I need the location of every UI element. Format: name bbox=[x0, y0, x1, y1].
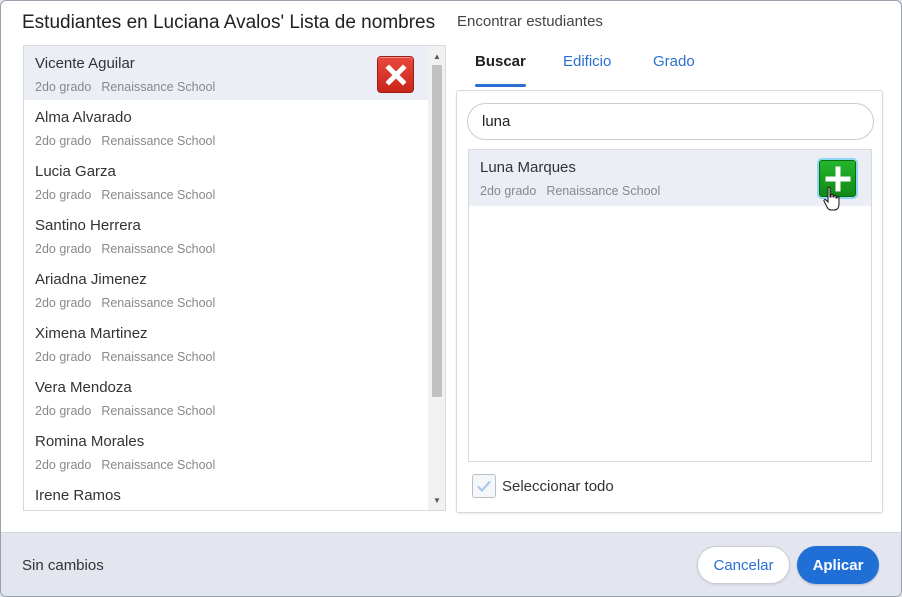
select-all-label: Seleccionar todo bbox=[502, 477, 614, 495]
student-meta: 2do grado Renaissance School bbox=[35, 134, 215, 148]
student-meta: 2do grado Renaissance School bbox=[35, 404, 215, 418]
roster-item[interactable]: Romina Morales 2do grado Renaissance Scho… bbox=[24, 424, 428, 478]
student-name: Ariadna Jimenez bbox=[35, 271, 147, 288]
check-icon bbox=[477, 480, 491, 493]
roster-item[interactable]: Irene Ramos bbox=[24, 478, 428, 510]
student-meta: 2do grado Renaissance School bbox=[35, 350, 215, 364]
roster-item[interactable]: Alma Alvarado 2do grado Renaissance Schoo… bbox=[24, 100, 428, 154]
student-name: Vicente Aguilar bbox=[35, 55, 135, 72]
student-name: Lucia Garza bbox=[35, 163, 116, 180]
student-grade: 2do grado bbox=[35, 458, 92, 472]
find-students-title: Encontrar estudiantes bbox=[457, 13, 603, 30]
status-text: Sin cambios bbox=[22, 557, 104, 574]
tab-grade[interactable]: Grado bbox=[653, 53, 695, 87]
student-grade: 2do grado bbox=[480, 184, 537, 198]
select-all-toggle[interactable]: Seleccionar todo bbox=[472, 474, 614, 498]
list-item[interactable]: Luna Marques 2do grado Renaissance School bbox=[469, 150, 871, 206]
apply-button[interactable]: Aplicar bbox=[797, 546, 879, 584]
roster-item[interactable]: Ariadna Jimenez 2do grado Renaissance Sch… bbox=[24, 262, 428, 316]
student-grade: 2do grado bbox=[35, 350, 92, 364]
search-panel: Luna Marques 2do grado Renaissance School… bbox=[456, 90, 883, 513]
student-meta: 2do grado Renaissance School bbox=[480, 184, 660, 198]
student-grade: 2do grado bbox=[35, 296, 92, 310]
tab-building[interactable]: Edificio bbox=[563, 53, 611, 87]
roster-item[interactable]: Vicente Aguilar 2do grado Renaissance Sch… bbox=[24, 46, 428, 100]
student-school: Renaissance School bbox=[101, 80, 216, 94]
student-meta: 2do grado Renaissance School bbox=[35, 188, 215, 202]
roster-dialog: Estudiantes en Luciana Avalos' Lista de … bbox=[0, 0, 902, 597]
cancel-button[interactable]: Cancelar bbox=[697, 546, 790, 584]
roster-item[interactable]: Santino Herrera 2do grado Renaissance Sch… bbox=[24, 208, 428, 262]
student-school: Renaissance School bbox=[101, 188, 216, 202]
dialog-title: Estudiantes en Luciana Avalos' Lista de … bbox=[22, 12, 436, 33]
student-name: Santino Herrera bbox=[35, 217, 141, 234]
student-school: Renaissance School bbox=[101, 404, 216, 418]
student-meta: 2do grado Renaissance School bbox=[35, 80, 215, 94]
search-input[interactable] bbox=[467, 103, 874, 140]
student-grade: 2do grado bbox=[35, 80, 92, 94]
student-meta: 2do grado Renaissance School bbox=[35, 242, 215, 256]
remove-student-button[interactable] bbox=[377, 56, 414, 93]
student-name: Ximena Martinez bbox=[35, 325, 148, 342]
roster-item[interactable]: Ximena Martinez 2do grado Renaissance Sch… bbox=[24, 316, 428, 370]
scroll-down-icon[interactable]: ▼ bbox=[428, 492, 445, 508]
student-grade: 2do grado bbox=[35, 242, 92, 256]
student-school: Renaissance School bbox=[546, 184, 661, 198]
student-school: Renaissance School bbox=[101, 296, 216, 310]
select-all-checkbox[interactable] bbox=[472, 474, 496, 498]
roster-panel: Vicente Aguilar 2do grado Renaissance Sch… bbox=[23, 45, 446, 511]
scroll-thumb[interactable] bbox=[432, 65, 442, 397]
student-name: Vera Mendoza bbox=[35, 379, 132, 396]
scroll-up-icon[interactable]: ▲ bbox=[428, 48, 445, 64]
student-name: Luna Marques bbox=[480, 159, 576, 176]
student-name: Alma Alvarado bbox=[35, 109, 132, 126]
roster-item[interactable]: Vera Mendoza 2do grado Renaissance School bbox=[24, 370, 428, 424]
student-school: Renaissance School bbox=[101, 242, 216, 256]
close-icon bbox=[384, 63, 407, 86]
hand-cursor-icon bbox=[823, 186, 840, 211]
student-name: Romina Morales bbox=[35, 433, 145, 450]
student-meta: 2do grado Renaissance School bbox=[35, 296, 215, 310]
student-grade: 2do grado bbox=[35, 134, 92, 148]
search-results: Luna Marques 2do grado Renaissance School bbox=[468, 149, 872, 462]
student-grade: 2do grado bbox=[35, 188, 92, 202]
student-school: Renaissance School bbox=[101, 134, 216, 148]
student-school: Renaissance School bbox=[101, 458, 216, 472]
student-school: Renaissance School bbox=[101, 350, 216, 364]
dialog-footer: Sin cambios Cancelar Aplicar bbox=[1, 532, 901, 596]
roster-list: Vicente Aguilar 2do grado Renaissance Sch… bbox=[24, 46, 428, 510]
student-grade: 2do grado bbox=[35, 404, 92, 418]
student-meta: 2do grado Renaissance School bbox=[35, 458, 215, 472]
roster-item[interactable]: Lucia Garza 2do grado Renaissance School bbox=[24, 154, 428, 208]
student-name: Irene Ramos bbox=[35, 487, 121, 504]
roster-scrollbar[interactable]: ▲ ▼ bbox=[428, 46, 445, 510]
tab-search[interactable]: Buscar bbox=[475, 53, 526, 87]
